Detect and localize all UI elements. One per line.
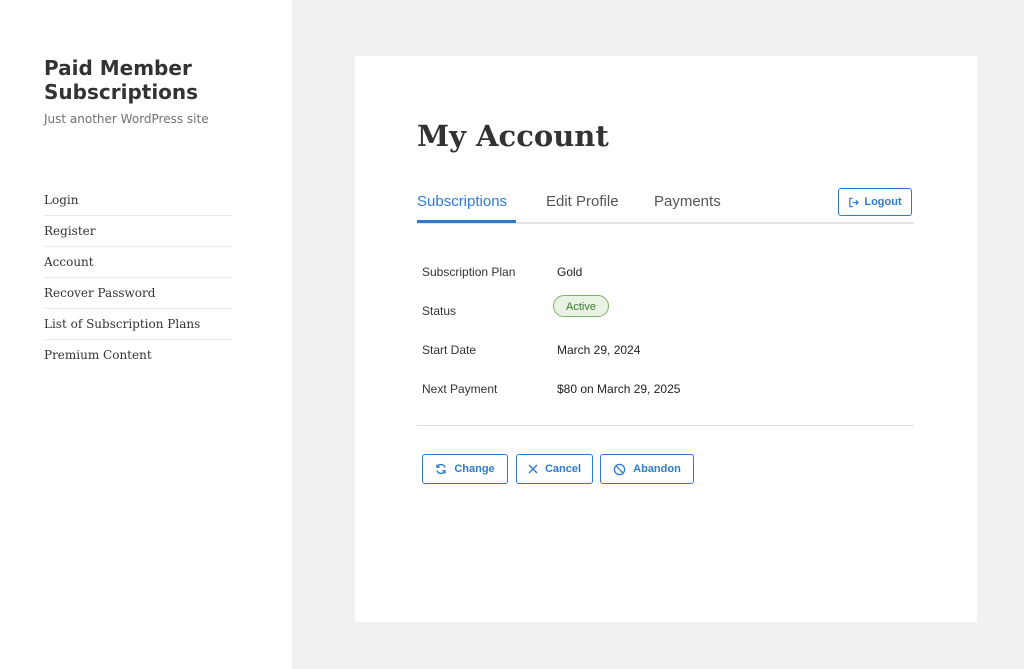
change-button[interactable]: Change <box>422 454 508 484</box>
nav-item-register[interactable]: Register <box>44 216 232 247</box>
nav-item-account[interactable]: Account <box>44 247 232 278</box>
nav-item-login[interactable]: Login <box>44 185 232 216</box>
sidebar-nav: Login Register Account Recover Password … <box>44 185 232 370</box>
site-description: Just another WordPress site <box>44 112 209 126</box>
plan-value: Gold <box>557 265 583 279</box>
tab-payments[interactable]: Payments <box>654 193 721 210</box>
abandon-button[interactable]: Abandon <box>600 454 694 484</box>
cancel-label: Cancel <box>544 463 582 475</box>
sidebar: Paid Member Subscriptions Just another W… <box>0 0 292 669</box>
plan-label: Subscription Plan <box>422 265 516 279</box>
change-label: Change <box>454 463 495 475</box>
divider <box>417 425 914 426</box>
cancel-button[interactable]: Cancel <box>516 454 593 484</box>
start-date-value: March 29, 2024 <box>557 343 641 357</box>
start-date-label: Start Date <box>422 343 477 357</box>
nav-item-recover-password[interactable]: Recover Password <box>44 278 232 309</box>
status-badge: Active <box>553 295 609 317</box>
tab-subscriptions[interactable]: Subscriptions <box>417 193 507 210</box>
page-title: My Account <box>417 119 609 153</box>
nav-item-premium-content[interactable]: Premium Content <box>44 340 232 370</box>
next-payment-value: $80 on March 29, 2025 <box>557 382 681 396</box>
refresh-icon <box>435 463 447 475</box>
site-title[interactable]: Paid Member Subscriptions <box>44 56 264 104</box>
ban-icon <box>613 463 626 476</box>
tab-edit-profile[interactable]: Edit Profile <box>546 193 619 210</box>
logout-label: Logout <box>864 196 902 208</box>
close-icon <box>528 464 538 474</box>
abandon-label: Abandon <box>633 463 681 475</box>
logout-button[interactable]: Logout <box>838 188 912 216</box>
account-card: My Account Subscriptions Edit Profile Pa… <box>355 56 977 622</box>
next-payment-label: Next Payment <box>422 382 498 396</box>
nav-item-subscription-plans[interactable]: List of Subscription Plans <box>44 309 232 340</box>
status-label: Status <box>422 304 457 318</box>
logout-icon <box>848 197 860 208</box>
active-tab-indicator <box>417 220 516 223</box>
